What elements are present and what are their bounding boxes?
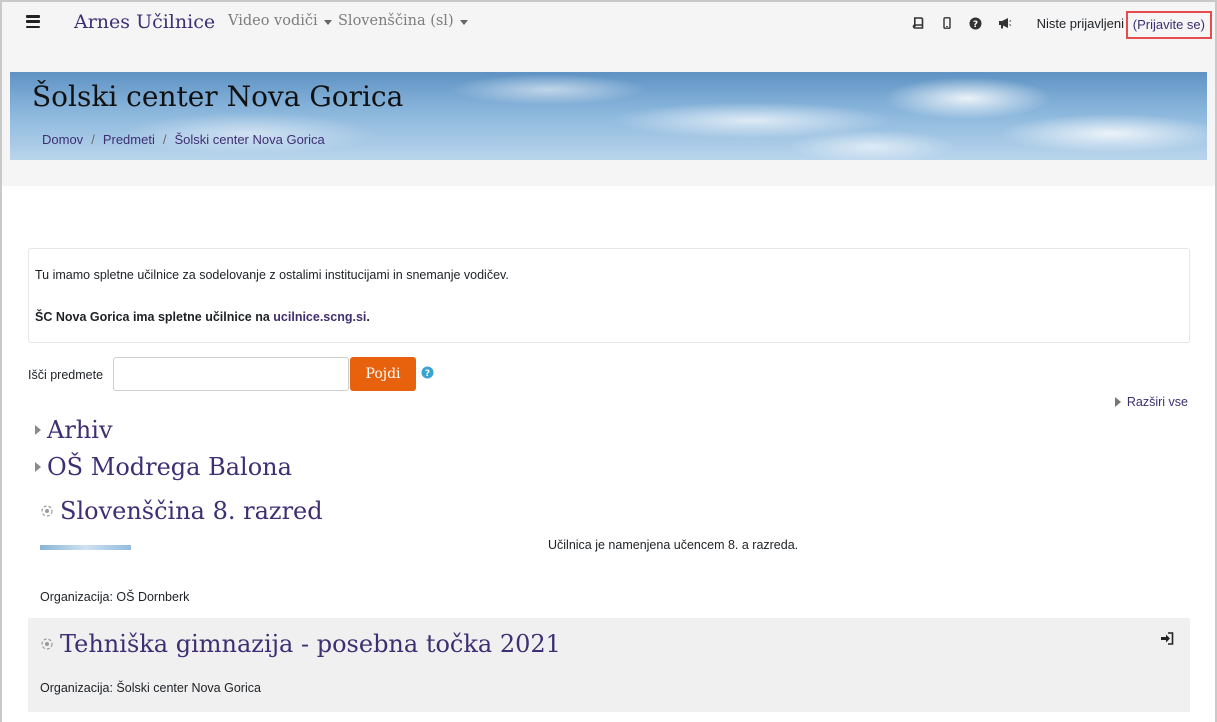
search-label: Išči predmete (28, 368, 104, 382)
course-summary: Učilnica je namenjena učencem 8. a razre… (548, 538, 799, 552)
page-title: Šolski center Nova Gorica (32, 80, 404, 113)
menu-video-guides[interactable]: Video vodiči (228, 13, 332, 29)
description-link-line: ŠC Nova Gorica ima spletne učilnice na u… (35, 310, 370, 324)
category-label: OŠ Modrega Balona (47, 453, 292, 481)
svg-text:?: ? (973, 20, 978, 30)
breadcrumb-current[interactable]: Šolski center Nova Gorica (174, 132, 324, 147)
breadcrumb-separator: / (91, 132, 95, 147)
category-os-modrega-balona[interactable]: OŠ Modrega Balona (35, 453, 292, 481)
page-frame: Arnes Učilnice Video vodiči Slovenščina … (0, 0, 1217, 722)
menu-language[interactable]: Slovenščina (sl) (338, 13, 468, 29)
course-dots-icon (41, 638, 53, 650)
site-brand[interactable]: Arnes Učilnice (74, 11, 215, 33)
breadcrumb-separator: / (162, 132, 167, 147)
book-icon[interactable] (903, 15, 932, 31)
course-title-label: Tehniška gimnazija - posebna točka 2021 (60, 630, 561, 658)
course-title[interactable]: Slovenščina 8. razred (40, 497, 323, 525)
course-item: Slovenščina 8. razred Učilnica je namenj… (28, 487, 1190, 615)
description-text: Tu imamo spletne učilnice za sodelovanje… (35, 268, 509, 282)
chevron-down-icon (323, 19, 332, 25)
page-header-hero: Šolski center Nova Gorica Domov / Predme… (10, 72, 1207, 160)
login-link[interactable]: (Prijavite se) (1125, 11, 1212, 39)
help-icon[interactable]: ? (421, 366, 435, 380)
course-title[interactable]: Tehniška gimnazija - posebna točka 2021 (40, 630, 561, 658)
menu-video-guides-label: Video vodiči (228, 13, 318, 29)
course-image (40, 545, 131, 550)
svg-text:?: ? (425, 369, 430, 379)
bullhorn-icon[interactable] (990, 15, 1019, 31)
description-link-prefix: ŠC Nova Gorica ima spletne učilnice na (35, 310, 274, 324)
course-search-input[interactable] (113, 357, 349, 391)
sign-in-icon[interactable] (1160, 632, 1174, 646)
description-link-suffix: . (366, 310, 370, 324)
navbar-icons: ? (903, 15, 1019, 31)
course-title-label: Slovenščina 8. razred (60, 497, 323, 525)
breadcrumb-home[interactable]: Domov (42, 132, 83, 147)
course-dots-icon (41, 505, 53, 517)
course-organization: Organizacija: OŠ Dornberk (40, 590, 190, 604)
breadcrumb-courses[interactable]: Predmeti (103, 132, 155, 147)
expand-all-link[interactable]: Razširi vse (1114, 395, 1188, 409)
expand-all-label: Razširi vse (1126, 395, 1188, 409)
search-go-button[interactable]: Pojdi (350, 357, 416, 391)
category-label: Arhiv (47, 416, 113, 444)
login-status: Niste prijavljeni (1036, 16, 1124, 31)
mobile-icon[interactable] (932, 15, 961, 31)
menu-language-label: Slovenščina (sl) (338, 13, 454, 29)
caret-right-icon (35, 425, 41, 435)
top-navbar: Arnes Učilnice Video vodiči Slovenščina … (2, 2, 1215, 44)
menu-toggle-icon[interactable] (26, 15, 40, 28)
caret-right-icon (35, 462, 41, 472)
external-site-link[interactable]: ucilnice.scng.si (273, 310, 366, 324)
category-description: Tu imamo spletne učilnice za sodelovanje… (28, 248, 1190, 343)
caret-right-icon (1114, 397, 1121, 407)
question-circle-icon[interactable]: ? (961, 15, 990, 31)
category-archive[interactable]: Arhiv (35, 416, 113, 444)
course-item: Tehniška gimnazija - posebna točka 2021 … (28, 618, 1190, 712)
chevron-down-icon (459, 19, 468, 25)
breadcrumb: Domov / Predmeti / Šolski center Nova Go… (42, 132, 325, 147)
course-organization: Organizacija: Šolski center Nova Gorica (40, 681, 261, 695)
